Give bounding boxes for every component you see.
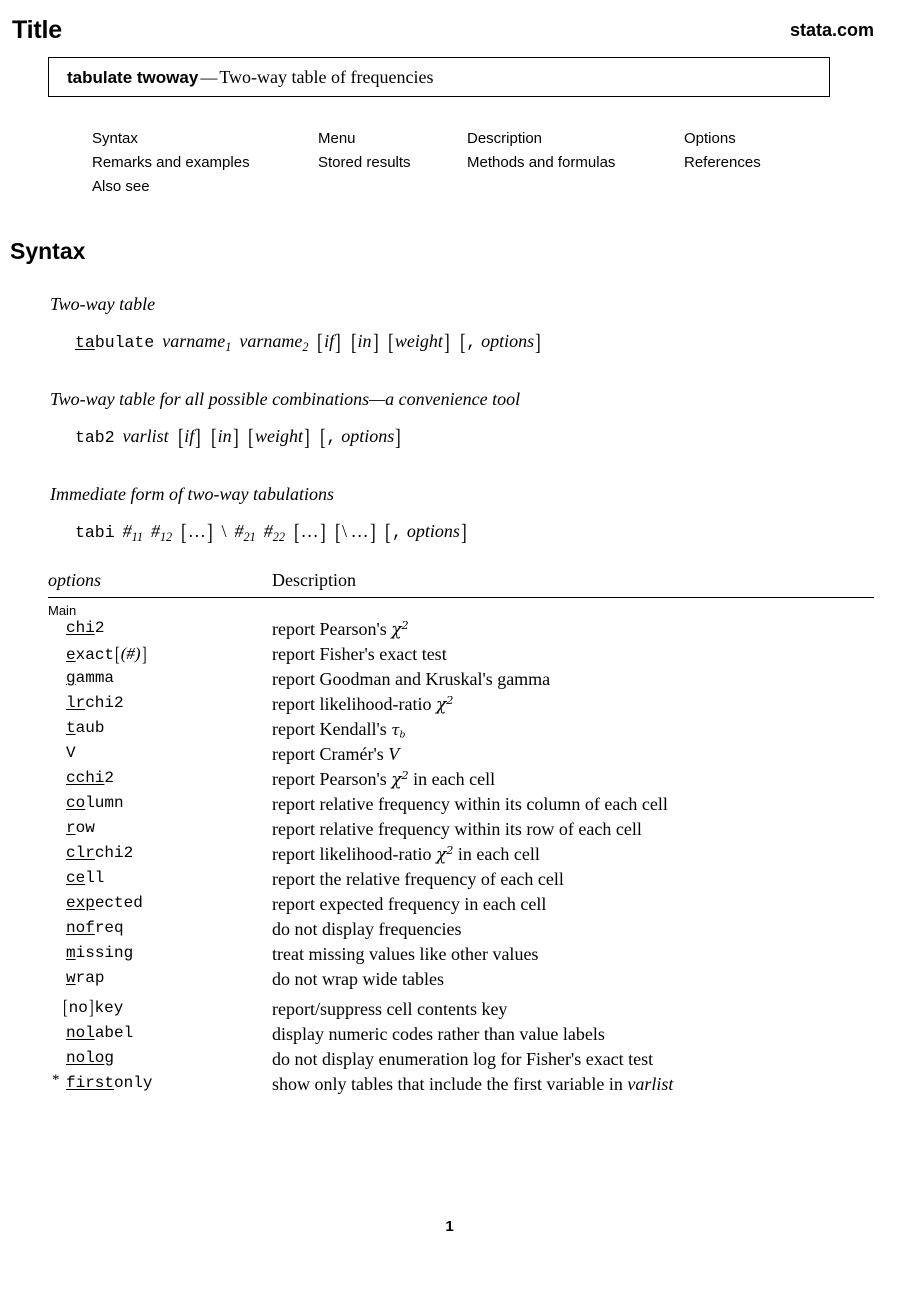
table-row: exact[(#)] report Fisher's exact test: [48, 644, 874, 669]
option-name-expected[interactable]: expected: [66, 894, 143, 912]
option-name-taub[interactable]: taub: [66, 719, 104, 737]
table-row: [no]key report/suppress cell contents ke…: [48, 998, 874, 1024]
options-table: options Description Main chi2 report Pea…: [48, 570, 874, 1099]
table-row: row report relative frequency within its…: [48, 819, 874, 844]
table-row: V report Cramér's V: [48, 744, 874, 769]
command-title-box: tabulate twoway — Two-way table of frequen…: [48, 57, 830, 97]
option-desc-nolabel: display numeric codes rather than value …: [272, 1024, 605, 1044]
option-desc-nolog: do not display enumeration log for Fishe…: [272, 1049, 654, 1069]
option-name-nofreq[interactable]: nofreq: [66, 919, 124, 937]
option-desc-row: report relative frequency within its row…: [272, 819, 642, 839]
syntax-line-tabulate: tabulate varname1 varname2 [if] [in] [weight]…: [75, 330, 541, 355]
table-row: gamma report Goodman and Kruskal's gamma: [48, 669, 874, 694]
command-description: Two-way table of frequencies: [219, 67, 434, 87]
syntax-cmd-rest: bulate: [94, 333, 155, 352]
option-desc-exact: report Fisher's exact test: [272, 644, 447, 664]
table-row: cchi2 report Pearson's χ2 in each cell: [48, 769, 874, 794]
option-desc-wrap: do not wrap wide tables: [272, 969, 444, 989]
syntax-cmd-abbrev: ta: [75, 333, 95, 352]
table-row: expected report expected frequency in ea…: [48, 894, 874, 919]
option-desc-nokey: report/suppress cell contents key: [272, 999, 508, 1019]
toc-link-syntax[interactable]: Syntax: [92, 130, 138, 147]
option-name-nolog[interactable]: nolog: [66, 1049, 114, 1067]
option-name-firstonly[interactable]: firstonly: [66, 1074, 152, 1092]
title-dash: —: [200, 68, 218, 87]
options-table-header: options Description: [48, 570, 874, 597]
toc-link-menu[interactable]: Menu: [318, 130, 356, 147]
table-row: cell report the relative frequency of ea…: [48, 869, 874, 894]
option-desc-nofreq: do not display frequencies: [272, 919, 462, 939]
toc-link-remarks-and-examples[interactable]: Remarks and examples: [92, 154, 250, 171]
option-desc-chi2: report Pearson's χ2: [272, 619, 409, 640]
syntax-cmd-tab2: tab2: [75, 428, 115, 447]
syntax-line-tab2: tab2 varlist [if] [in] [weight] [, options]: [75, 425, 401, 450]
option-desc-taub: report Kendall's τb: [272, 719, 406, 741]
command-name: tabulate twoway: [67, 68, 199, 87]
stata-com-link[interactable]: stata.com: [790, 20, 874, 41]
column-header-description: Description: [272, 570, 356, 590]
toc-link-description[interactable]: Description: [467, 130, 542, 147]
syntax-cmd-tabi: tabi: [75, 523, 115, 542]
column-header-options: options: [48, 570, 102, 590]
option-desc-clrchi2: report likelihood-ratio χ2 in each cell: [272, 844, 540, 865]
option-name-gamma[interactable]: gamma: [66, 669, 114, 687]
toc-link-also-see[interactable]: Also see: [92, 178, 150, 195]
table-row: clrchi2 report likelihood-ratio χ2 in ea…: [48, 844, 874, 869]
option-name-row[interactable]: row: [66, 819, 95, 837]
option-desc-lrchi2: report likelihood-ratio χ2: [272, 694, 454, 715]
option-desc-cchi2: report Pearson's χ2 in each cell: [272, 769, 496, 790]
syntax-subtitle-all-combinations: Two-way table for all possible combinati…: [50, 389, 521, 409]
footnote-marker: *: [52, 1072, 60, 1088]
option-desc-missing: treat missing values like other values: [272, 944, 539, 964]
option-name-exact[interactable]: exact[(#)]: [66, 644, 147, 665]
option-name-nokey[interactable]: [no]key: [62, 998, 123, 1018]
table-row: lrchi2 report likelihood-ratio χ2: [48, 694, 874, 719]
syntax-subtitle-immediate-form: Immediate form of two-way tabulations: [50, 484, 334, 504]
option-name-cell[interactable]: cell: [66, 869, 104, 887]
document-page: Title stata.com tabulate twoway — Two-way …: [0, 0, 899, 1315]
toc-link-references[interactable]: References: [684, 154, 761, 171]
option-name-column[interactable]: column: [66, 794, 124, 812]
table-row: * firstonly show only tables that includ…: [48, 1072, 874, 1099]
table-row: missing treat missing values like other …: [48, 944, 874, 969]
option-desc-gamma: report Goodman and Kruskal's gamma: [272, 669, 551, 689]
page-title: Title: [12, 16, 62, 44]
table-row: taub report Kendall's τb: [48, 719, 874, 744]
command-title-text: tabulate twoway — Two-way table of frequen…: [67, 67, 433, 88]
option-desc-v: report Cramér's V: [272, 744, 400, 764]
table-row: wrap do not wrap wide tables: [48, 969, 874, 994]
option-name-v[interactable]: V: [66, 744, 76, 762]
option-name-missing[interactable]: missing: [66, 944, 133, 962]
toc-row: Syntax Menu Description Options: [92, 130, 852, 154]
table-row: chi2 report Pearson's χ2: [48, 619, 874, 644]
syntax-subtitle-two-way-table: Two-way table: [50, 294, 156, 314]
toc-link-options[interactable]: Options: [684, 130, 736, 147]
option-desc-firstonly: show only tables that include the first …: [272, 1074, 674, 1094]
table-row: column report relative frequency within …: [48, 794, 874, 819]
table-of-contents: Syntax Menu Description Options Remarks …: [92, 130, 852, 202]
toc-link-stored-results[interactable]: Stored results: [318, 154, 411, 171]
option-name-lrchi2[interactable]: lrchi2: [66, 694, 124, 712]
header-rule: [48, 597, 874, 598]
toc-link-methods-and-formulas[interactable]: Methods and formulas: [467, 154, 615, 171]
option-desc-cell: report the relative frequency of each ce…: [272, 869, 564, 889]
option-name-clrchi2[interactable]: clrchi2: [66, 844, 133, 862]
page-number: 1: [445, 1218, 454, 1235]
option-name-nolabel[interactable]: nolabel: [66, 1024, 133, 1042]
option-name-wrap[interactable]: wrap: [66, 969, 104, 987]
syntax-line-tabi: tabi #11 #12 […] \ #21 #22 […] [\ …] [, options]: [75, 520, 467, 545]
option-name-chi2[interactable]: chi2: [66, 619, 104, 637]
option-name-cchi2[interactable]: cchi2: [66, 769, 114, 787]
toc-row: Also see: [92, 178, 852, 202]
option-desc-expected: report expected frequency in each cell: [272, 894, 547, 914]
section-heading-syntax: Syntax: [10, 238, 86, 264]
option-desc-column: report relative frequency within its col…: [272, 794, 668, 814]
table-row: nofreq do not display frequencies: [48, 919, 874, 944]
toc-row: Remarks and examples Stored results Meth…: [92, 154, 852, 178]
syntax-arg-varlist: varlist: [122, 426, 169, 446]
option-group-label-main: Main: [48, 603, 77, 618]
table-row: nolog do not display enumeration log for…: [48, 1049, 874, 1074]
table-row: nolabel display numeric codes rather tha…: [48, 1024, 874, 1049]
